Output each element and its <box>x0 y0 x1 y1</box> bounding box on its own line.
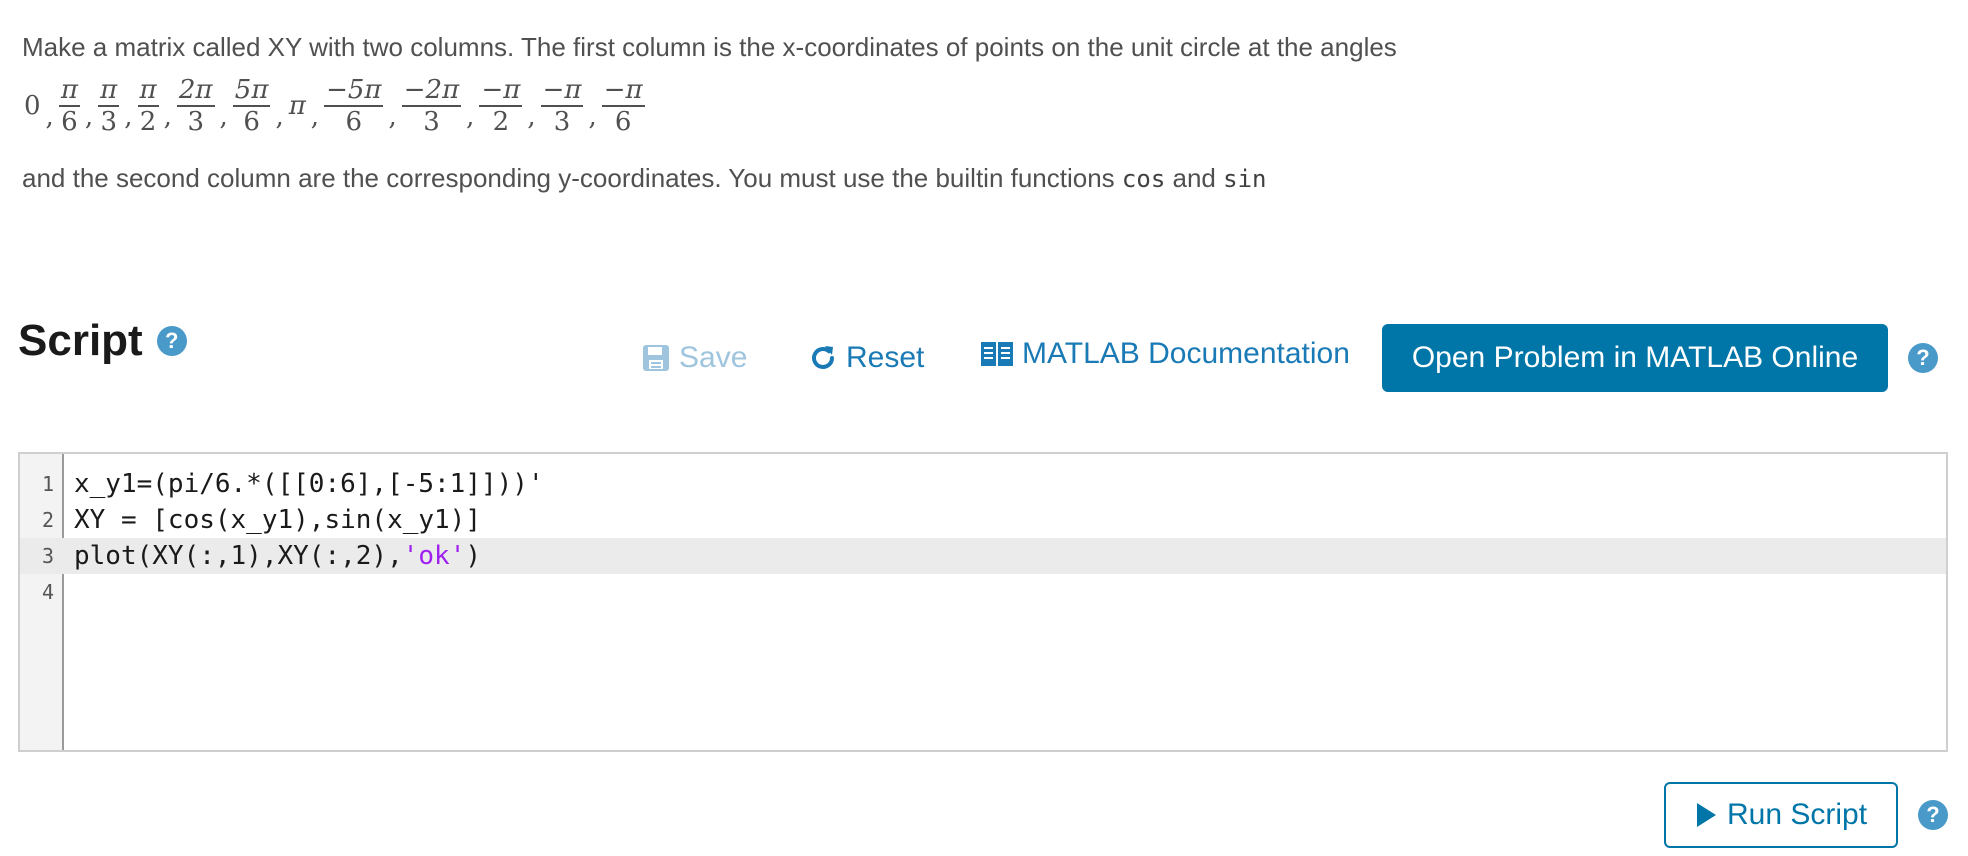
fraction-numerator: −π <box>601 75 645 107</box>
code-text: XY = [cos(x_y1),sin(x_y1)] <box>74 505 481 535</box>
comma-separator: , <box>45 102 54 132</box>
editor-line-active[interactable]: 3 plot(XY(:,1),XY(:,2),'ok') <box>20 538 1946 574</box>
fraction-numerator: −2π <box>401 75 462 107</box>
fraction-denominator: 3 <box>100 107 117 137</box>
angle-fraction: 5π 6 <box>232 75 271 137</box>
comma-separator: , <box>310 102 320 132</box>
fraction-numerator: π <box>58 75 80 107</box>
angle-fraction: −π 6 <box>601 75 645 137</box>
angle-fraction: π3 <box>98 75 120 137</box>
angle-item: −π 6 <box>600 75 647 137</box>
angle-fraction: −π 3 <box>540 75 584 137</box>
script-title: Script <box>18 316 143 365</box>
fraction-denominator: 6 <box>345 107 363 137</box>
matlab-documentation-button[interactable]: MATLAB Documentation <box>980 332 1350 376</box>
code-string-literal: 'ok' <box>402 541 466 571</box>
angle-fraction: π2 <box>137 75 159 137</box>
and-word: and <box>1172 163 1216 193</box>
fraction-denominator: 3 <box>187 107 204 137</box>
angle-item: −π 2 <box>477 75 524 137</box>
fraction-numerator: −π <box>540 75 584 107</box>
code-segment: ) <box>465 541 482 571</box>
reset-icon <box>808 343 838 373</box>
angle-item: 2π 3 <box>175 75 217 137</box>
angle-item: π3 <box>96 75 121 137</box>
angles-list: 0, π 6, π 3, π 2, 2π 3, 5π 6, π, −5π 6, −2π 3, −π 2, −π 3, −… <box>22 70 647 142</box>
angle-item: π2 <box>136 75 161 137</box>
angle-item: 5π 6 <box>231 75 273 137</box>
description-line-2: and the second column are the correspond… <box>22 163 1267 194</box>
documentation-icon <box>980 339 1014 369</box>
angle-item: π <box>287 91 308 121</box>
fraction-denominator: 2 <box>492 107 510 137</box>
function-cos: cos <box>1121 165 1166 193</box>
reset-label: Reset <box>846 341 925 374</box>
code-editor[interactable]: 1 x_y1=(pi/6.*([[0:6],[-5:1]]))' 2 XY = … <box>18 452 1948 752</box>
save-icon <box>641 343 671 373</box>
fraction-denominator: 3 <box>423 107 440 137</box>
fraction-numerator: π <box>137 75 159 107</box>
angle-fraction: −5π 6 <box>324 75 384 137</box>
angle-fraction: −π 2 <box>479 75 523 137</box>
matlab-documentation-label: MATLAB Documentation <box>1022 337 1350 370</box>
code-text: plot(XY(:,1),XY(:,2),'ok') <box>74 538 481 574</box>
fraction-denominator: 6 <box>61 107 78 137</box>
comma-separator: , <box>466 102 475 132</box>
angle-value: π <box>288 91 306 121</box>
editor-line[interactable]: 2 XY = [cos(x_y1),sin(x_y1)] <box>20 502 1946 538</box>
script-help-icon[interactable]: ? <box>156 326 187 356</box>
angle-item: −2π 3 <box>400 75 463 137</box>
angle-item: −π 3 <box>539 75 586 137</box>
angle-value: 0 <box>24 91 41 121</box>
angle-fraction: 2π 3 <box>176 75 215 137</box>
comma-separator: , <box>84 102 94 132</box>
comma-separator: , <box>588 102 597 132</box>
toolbar-help-icon[interactable]: ? <box>1908 343 1938 373</box>
comma-separator: , <box>527 102 536 132</box>
script-heading: Script ? <box>18 316 187 366</box>
run-help-icon[interactable]: ? <box>1918 800 1948 830</box>
fraction-numerator: 2π <box>176 75 215 107</box>
open-in-matlab-online-button[interactable]: Open Problem in MATLAB Online <box>1382 324 1888 392</box>
line-number: 3 <box>41 544 54 568</box>
line-number: 1 <box>41 472 54 496</box>
angle-item: 0 <box>22 91 43 121</box>
description-line-1: Make a matrix called XY with two columns… <box>22 32 1397 62</box>
line-number: 4 <box>41 580 54 604</box>
comma-separator: , <box>388 102 397 132</box>
angle-fraction: −2π 3 <box>401 75 462 137</box>
run-script-button[interactable]: Run Script <box>1664 782 1898 848</box>
editor-line[interactable]: 1 x_y1=(pi/6.*([[0:6],[-5:1]]))' <box>20 466 1946 502</box>
comma-separator: , <box>124 102 133 132</box>
fraction-numerator: −π <box>479 75 523 107</box>
fraction-denominator: 6 <box>243 107 260 137</box>
angle-fraction: π6 <box>58 75 80 137</box>
fraction-denominator: 6 <box>614 107 632 137</box>
save-button[interactable]: Save <box>641 336 747 380</box>
code-segment: plot(XY(:,1),XY(:,2), <box>74 541 403 571</box>
fraction-numerator: −5π <box>324 75 384 107</box>
fraction-numerator: 5π <box>232 75 271 107</box>
function-sin: sin <box>1223 165 1267 193</box>
comma-separator: , <box>219 102 228 132</box>
reset-button[interactable]: Reset <box>808 336 924 380</box>
play-icon <box>1695 802 1717 828</box>
angle-item: −5π 6 <box>322 75 385 137</box>
line-number: 2 <box>41 508 54 532</box>
fraction-denominator: 3 <box>553 107 571 137</box>
fraction-numerator: π <box>98 75 120 107</box>
save-label: Save <box>679 341 748 374</box>
angle-item: π6 <box>57 75 82 137</box>
problem-description: Make a matrix called XY with two columns… <box>22 30 1922 64</box>
editor-line[interactable]: 4 <box>20 574 1946 610</box>
code-text: x_y1=(pi/6.*([[0:6],[-5:1]]))' <box>74 469 544 499</box>
fraction-denominator: 2 <box>139 107 157 137</box>
description-line-2-text: and the second column are the correspond… <box>22 163 1115 193</box>
comma-separator: , <box>275 102 284 132</box>
comma-separator: , <box>163 102 172 132</box>
run-script-label: Run Script <box>1726 798 1868 831</box>
